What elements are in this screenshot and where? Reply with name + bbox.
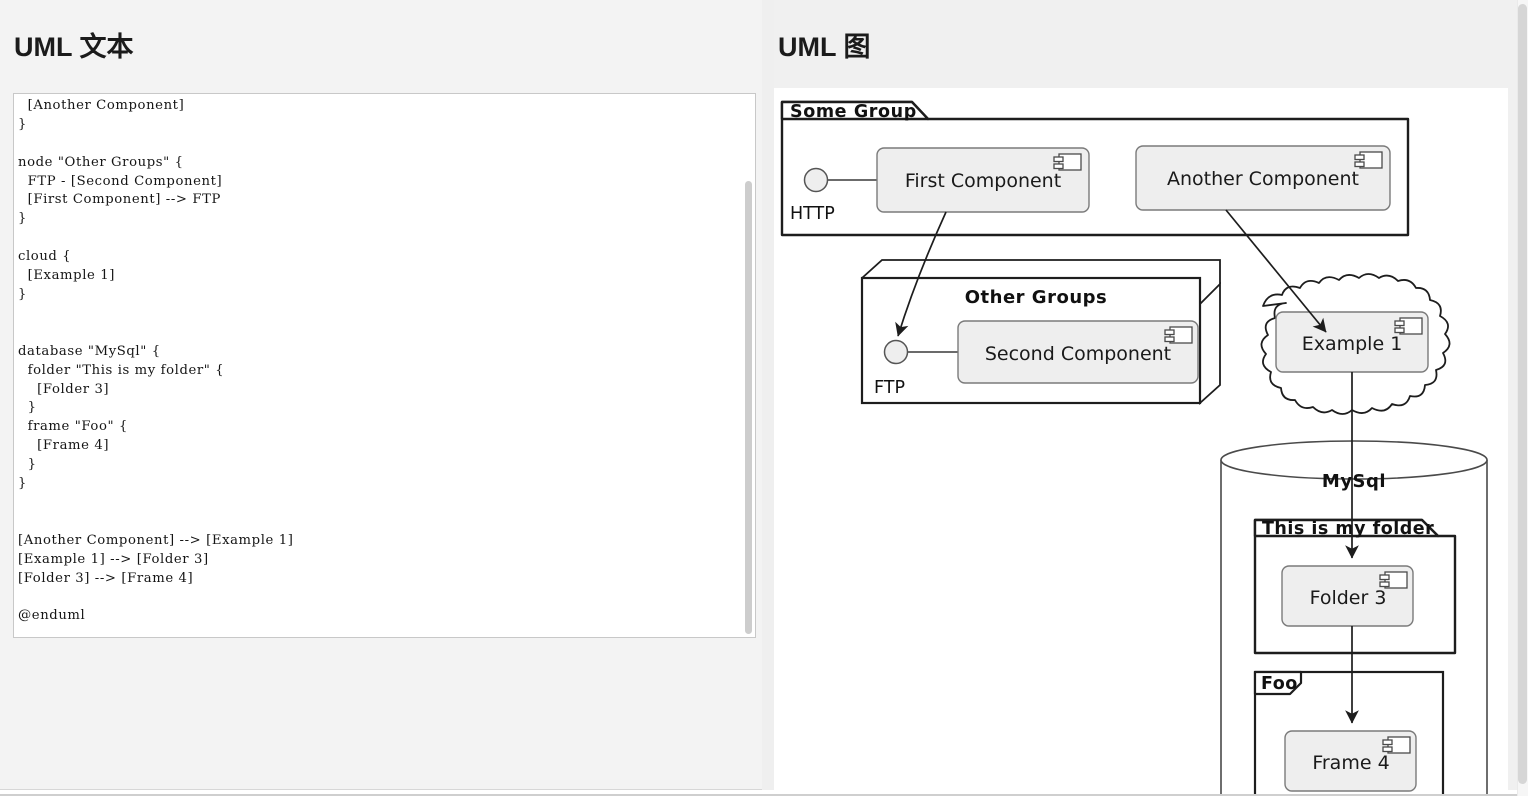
component-example-1-label: Example 1 [1302,333,1403,355]
frame-foo-label: Foo [1261,674,1298,694]
uml-text-panel-title: UML 文本 [14,32,134,62]
uml-diagram-panel: UML 图 Some Group HTTP First Component An… [774,0,1517,796]
uml-diagram-svg: Some Group HTTP First Component Another … [780,100,1488,796]
folder-this-is-my-folder[interactable]: This is my folder Folder 3 [1253,518,1457,655]
component-second-component[interactable]: Second Component [957,320,1199,384]
component-icon [1354,151,1383,169]
interface-ftp-label: FTP [874,378,905,398]
package-some-group-label: Some Group [790,102,917,122]
component-icon [1394,317,1423,335]
uml-text-panel: UML 文本 HTTP - [First Component] [Another… [0,0,762,790]
uml-diagram-surface[interactable]: Some Group HTTP First Component Another … [774,88,1508,796]
page-scrollbar-thumb[interactable] [1518,4,1527,784]
interface-http-label: HTTP [790,204,835,224]
uml-source-editor[interactable]: HTTP - [First Component] [Another Compon… [13,93,756,638]
component-another-component-label: Another Component [1167,168,1359,190]
component-icon [1164,326,1193,344]
component-icon [1053,153,1082,171]
node-other-groups-right-face [1199,281,1221,406]
panel-divider [762,0,774,790]
node-other-groups-label: Other Groups [965,287,1108,308]
component-another-component[interactable]: Another Component [1135,145,1391,211]
editor-scrollbar-track[interactable] [744,95,754,637]
component-example-1[interactable]: Example 1 [1275,311,1429,373]
interface-ftp-circle [883,339,909,365]
component-icon [1379,571,1408,589]
uml-diagram-panel-title: UML 图 [778,32,871,62]
component-first-component[interactable]: First Component [876,147,1090,213]
frame-foo[interactable]: Foo Frame 4 [1253,670,1445,796]
interface-http-circle [803,167,829,193]
component-frame-4-label: Frame 4 [1312,752,1389,774]
page-scrollbar-track[interactable] [1517,0,1528,796]
editor-scrollbar-thumb[interactable] [745,181,752,634]
folder-label: This is my folder [1262,519,1434,539]
database-mysql[interactable]: MySql This is my folder Folder 3 Foo Fra… [1220,440,1488,796]
component-second-component-label: Second Component [985,343,1171,365]
component-icon [1382,736,1411,754]
app-root: UML 文本 HTTP - [First Component] [Another… [0,0,1528,796]
cloud-group[interactable]: Example 1 [1260,273,1451,415]
component-first-component-label: First Component [905,170,1061,192]
component-folder-3[interactable]: Folder 3 [1281,565,1414,627]
database-mysql-label: MySql [1322,471,1386,492]
component-frame-4[interactable]: Frame 4 [1284,730,1417,792]
uml-source-code[interactable]: HTTP - [First Component] [Another Compon… [18,94,293,626]
component-folder-3-label: Folder 3 [1310,587,1387,609]
